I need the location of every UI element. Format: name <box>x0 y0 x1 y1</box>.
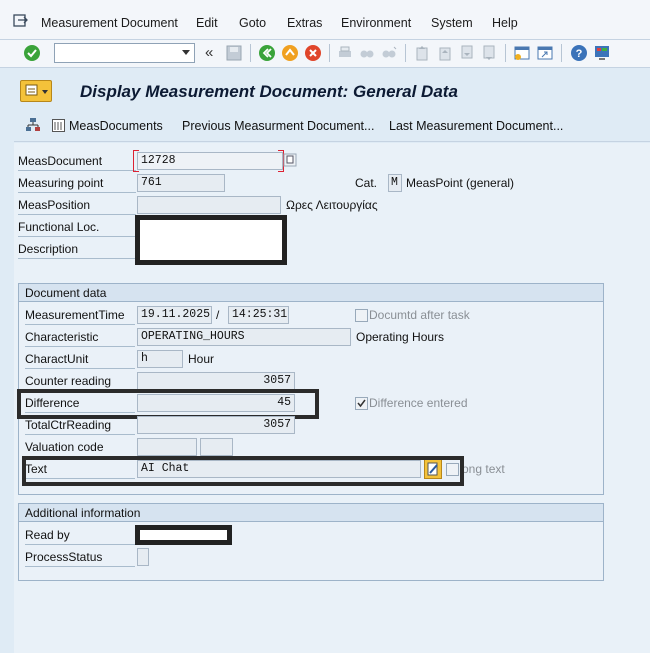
standard-toolbar: « ? <box>0 40 650 68</box>
description-label: Description <box>18 239 136 259</box>
next-page-icon[interactable] <box>458 44 476 62</box>
text-highlight <box>22 456 464 486</box>
process-status-field <box>137 548 149 566</box>
meas-position-field <box>137 196 281 214</box>
meas-document-field[interactable]: 12728 <box>137 152 283 170</box>
chevron-down-icon[interactable] <box>182 50 190 55</box>
meas-documents-button[interactable]: MeasDocuments <box>69 119 163 133</box>
functional-loc-label: Functional Loc. <box>18 217 136 237</box>
enter-checkmark-icon[interactable] <box>23 44 41 62</box>
application-toolbar: MeasDocuments Previous Measurment Docume… <box>14 112 650 142</box>
collapse-icon[interactable]: « <box>205 44 213 61</box>
document-data-title: Document data <box>19 284 603 302</box>
measuring-point-label: Measuring point <box>18 173 136 193</box>
total-ctr-reading-field: 3057 <box>137 416 295 434</box>
characteristic-text: Operating Hours <box>356 330 445 344</box>
last-document-button[interactable]: Last Measurement Document... <box>389 119 563 133</box>
valuation-code-label: Valuation code <box>25 437 135 457</box>
difference-entered-checkbox[interactable] <box>355 397 368 410</box>
valuation-code-text-field <box>200 438 233 456</box>
hierarchy-icon[interactable] <box>26 118 40 132</box>
meas-position-text: Ωρες Λειτουργίας <box>286 198 378 212</box>
previous-document-button[interactable]: Previous Measurment Document... <box>182 119 374 133</box>
help-icon[interactable]: ? <box>570 44 588 62</box>
redacted-read-by <box>135 525 232 545</box>
characteristic-label: Characteristic <box>25 327 135 347</box>
menu-extras[interactable]: Extras <box>287 16 322 30</box>
measurement-time-label: MeasurementTime <box>25 305 135 325</box>
time-field: 14:25:31 <box>228 306 289 324</box>
time-separator: / <box>216 308 220 322</box>
redacted-block <box>135 215 287 265</box>
back-icon[interactable] <box>258 44 276 62</box>
exit-icon[interactable] <box>281 44 299 62</box>
date-field: 19.11.2025 <box>137 306 212 324</box>
save-icon[interactable] <box>225 44 243 62</box>
meas-position-label: MeasPosition <box>18 195 136 215</box>
valuation-code-field <box>137 438 197 456</box>
menu-help[interactable]: Help <box>492 16 518 30</box>
find-next-icon[interactable] <box>380 44 398 62</box>
charact-unit-text: Hour <box>188 352 215 366</box>
menu-measurement-document[interactable]: Measurement Document <box>41 16 178 30</box>
svg-text:?: ? <box>576 48 583 60</box>
difference-entered-label: Difference entered <box>369 396 468 410</box>
read-by-label: Read by <box>25 525 135 545</box>
previous-page-icon[interactable] <box>436 44 454 62</box>
first-page-icon[interactable] <box>413 44 431 62</box>
menu-icon[interactable] <box>13 14 29 28</box>
charact-unit-field: h <box>137 350 183 368</box>
additional-info-title: Additional information <box>19 504 603 522</box>
total-ctr-reading-label: TotalCtrReading <box>25 415 135 435</box>
copy-icon[interactable] <box>283 153 297 167</box>
list-icon[interactable] <box>52 119 65 132</box>
required-marker-icon <box>133 150 139 172</box>
characteristic-field: OPERATING_HOURS <box>137 328 351 346</box>
process-status-label: ProcessStatus <box>25 547 135 567</box>
shortcut-icon[interactable] <box>536 44 554 62</box>
print-icon[interactable] <box>336 44 354 62</box>
title-bar: Display Measurement Document: General Da… <box>14 74 650 108</box>
menu-environment[interactable]: Environment <box>341 16 411 30</box>
transaction-menu-icon[interactable] <box>20 80 52 102</box>
menu-goto[interactable]: Goto <box>239 16 266 30</box>
new-session-icon[interactable] <box>513 44 531 62</box>
counter-reading-field: 3057 <box>137 372 295 390</box>
long-text-label: ong text <box>462 462 505 476</box>
menu-system[interactable]: System <box>431 16 473 30</box>
page-title: Display Measurement Document: General Da… <box>80 82 458 101</box>
cancel-icon[interactable] <box>304 44 322 62</box>
documtd-after-task-label: Documtd after task <box>369 308 470 322</box>
measuring-point-field: 761 <box>137 174 225 192</box>
documtd-after-task-checkbox[interactable] <box>355 309 368 322</box>
cat-text: MeasPoint (general) <box>406 176 515 190</box>
cat-field: M <box>388 174 402 192</box>
customize-layout-icon[interactable] <box>593 44 611 62</box>
last-page-icon[interactable] <box>480 44 498 62</box>
menu-bar: Measurement Document Edit Goto Extras En… <box>0 0 650 40</box>
find-icon[interactable] <box>358 44 376 62</box>
command-field[interactable] <box>54 43 195 63</box>
counter-reading-label: Counter reading <box>25 371 135 391</box>
charact-unit-label: CharactUnit <box>25 349 135 369</box>
cat-label: Cat. <box>355 176 378 190</box>
menu-edit[interactable]: Edit <box>196 16 218 30</box>
meas-document-label: MeasDocument <box>18 151 136 171</box>
